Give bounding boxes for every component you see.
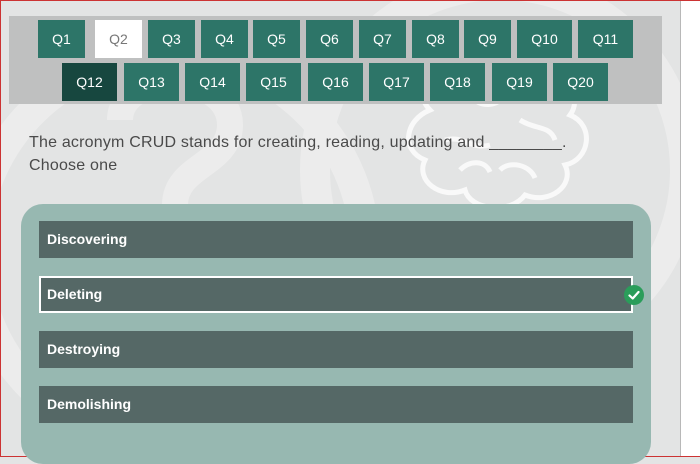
question-button[interactable]: Q13 (124, 63, 179, 101)
question-button[interactable]: Q3 (148, 20, 195, 58)
question-button[interactable]: Q9 (464, 20, 511, 58)
question-button[interactable]: Q5 (253, 20, 300, 58)
answer-option[interactable]: Destroying (39, 331, 633, 368)
question-prompt: The acronym CRUD stands for creating, re… (29, 131, 619, 177)
question-button[interactable]: Q14 (185, 63, 240, 101)
check-circle-icon (624, 285, 644, 305)
answer-option[interactable]: Deleting (39, 276, 633, 313)
question-text: The acronym CRUD stands for creating, re… (29, 134, 567, 151)
question-button[interactable]: Q19 (492, 63, 547, 101)
question-button[interactable]: Q16 (308, 63, 363, 101)
question-button[interactable]: Q11 (578, 20, 633, 58)
question-button[interactable]: Q8 (412, 20, 459, 58)
answer-option[interactable]: Demolishing (39, 386, 633, 423)
question-button[interactable]: Q10 (517, 20, 572, 58)
question-button[interactable]: Q20 (553, 63, 608, 101)
right-margin (680, 0, 700, 457)
frame-edge-left (0, 0, 1, 457)
question-navigation: Q1 Q2 Q3 Q4 Q5 Q6 Q7 Q8 Q9 Q10 Q11 Q12 Q… (9, 16, 662, 104)
answer-option[interactable]: Discovering (39, 221, 633, 258)
question-instruction: Choose one (29, 157, 118, 174)
question-button[interactable]: Q12 (62, 63, 117, 101)
question-button[interactable]: Q4 (201, 20, 248, 58)
question-button[interactable]: Q15 (246, 63, 301, 101)
right-divider (680, 0, 681, 457)
question-button[interactable]: Q18 (430, 63, 485, 101)
frame-edge-top (0, 0, 700, 1)
question-button[interactable]: Q7 (359, 20, 406, 58)
question-button[interactable]: Q6 (306, 20, 353, 58)
question-button[interactable]: Q2 (95, 20, 142, 58)
question-button[interactable]: Q1 (38, 20, 85, 58)
question-button[interactable]: Q17 (369, 63, 424, 101)
